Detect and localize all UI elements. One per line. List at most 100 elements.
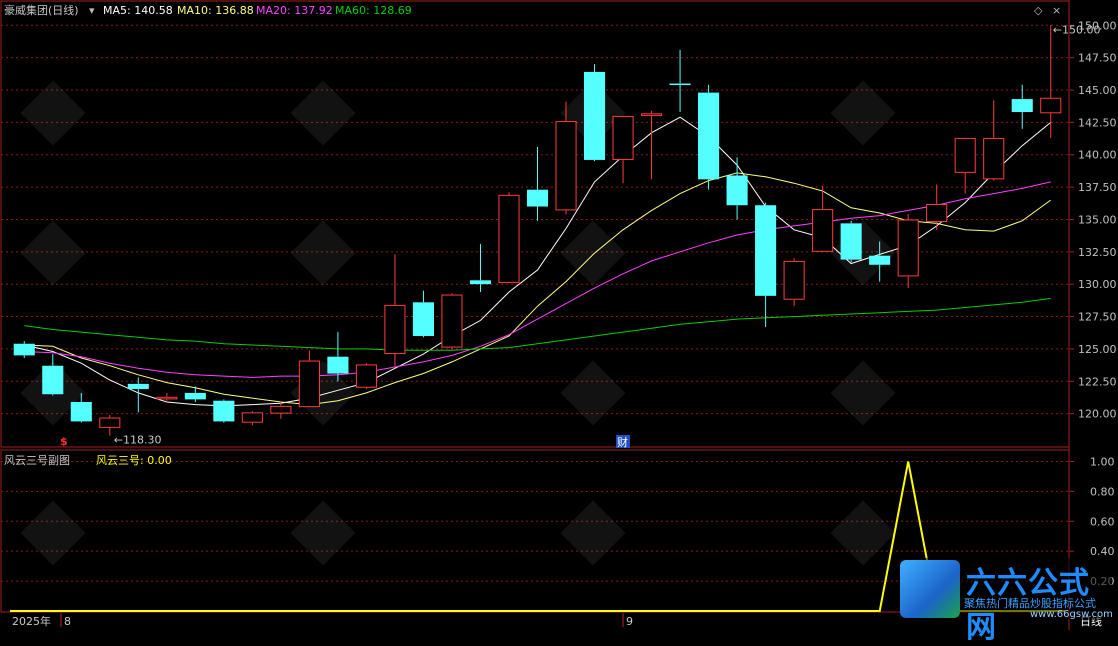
candle xyxy=(641,110,663,180)
candle xyxy=(469,244,492,292)
candle-body xyxy=(698,92,720,180)
candle xyxy=(213,399,235,423)
candle-body xyxy=(726,175,748,206)
candle xyxy=(184,386,206,402)
settings-triangle-icon[interactable]: ▾ xyxy=(89,4,95,17)
candle-body xyxy=(897,219,919,277)
watermark-mark xyxy=(20,80,86,146)
candle-body xyxy=(812,209,834,252)
candle xyxy=(1011,84,1033,129)
candle xyxy=(270,401,292,419)
candle xyxy=(498,192,520,283)
stock-chart[interactable]: 120.00 122.50 125.00 127.50 130.00 132.50 135.… xyxy=(0,0,1118,630)
candle-body xyxy=(926,203,948,223)
candle-body xyxy=(156,396,178,400)
event-marker-s[interactable]: $ xyxy=(60,435,68,448)
price-tick-label: 132.50 xyxy=(1078,246,1117,259)
candle-body xyxy=(555,121,577,211)
close-icon[interactable]: × xyxy=(1052,4,1061,17)
candle-body xyxy=(954,137,976,173)
price-tick-label: 125.00 xyxy=(1078,343,1117,356)
candle-body xyxy=(412,302,434,336)
watermark-mark xyxy=(290,80,356,146)
price-tick-label: 120.00 xyxy=(1078,408,1117,421)
ma20-legend: MA20: 137.92 xyxy=(256,4,333,17)
candle-body xyxy=(583,71,606,160)
candle xyxy=(755,202,777,327)
candle xyxy=(99,414,121,436)
price-tick-label: 140.00 xyxy=(1078,149,1117,162)
candle xyxy=(783,258,805,307)
candle xyxy=(298,350,320,408)
watermark-mark xyxy=(290,220,356,286)
candle-body xyxy=(869,255,891,265)
candle-body xyxy=(1040,97,1062,114)
candle-body xyxy=(298,360,320,408)
candle xyxy=(583,64,606,162)
price-tick-label: 147.50 xyxy=(1078,52,1117,65)
candle-body xyxy=(526,189,549,207)
candle-body xyxy=(669,83,691,86)
watermark-mark xyxy=(560,220,626,286)
watermark-mark xyxy=(830,80,896,146)
price-tick-label: 135.00 xyxy=(1078,213,1117,226)
candle-body xyxy=(783,260,805,300)
candle-body xyxy=(755,205,777,296)
candle xyxy=(954,137,976,194)
price-tick-label: 142.50 xyxy=(1078,116,1117,129)
candle xyxy=(241,411,263,426)
price-tick-label: 137.50 xyxy=(1078,181,1117,194)
ma5-legend: MA5: 140.58 xyxy=(103,4,173,17)
candle-body xyxy=(213,400,235,422)
candle-body xyxy=(99,417,121,428)
candle-body xyxy=(184,392,206,400)
candle-body xyxy=(127,383,149,390)
candle-body xyxy=(355,364,377,388)
candle xyxy=(412,290,434,338)
month-label-8: 8 xyxy=(64,615,71,628)
price-tick-label: 127.50 xyxy=(1078,311,1117,324)
candle-body xyxy=(612,115,634,160)
watermark-mark xyxy=(830,500,896,566)
price-tick-label: 145.00 xyxy=(1078,84,1117,97)
high-price-label: ←150.00 xyxy=(1053,23,1101,36)
candle-body xyxy=(441,294,463,348)
indicator-legend: 风云三号: 0.00 xyxy=(96,454,172,467)
candle xyxy=(698,84,720,190)
candle xyxy=(526,146,549,221)
candle xyxy=(156,392,178,402)
stock-title: 豪威集团(日线) xyxy=(4,3,79,17)
candle xyxy=(840,220,862,263)
candle-body xyxy=(498,194,520,283)
logo-url: www.66gsw.com xyxy=(1030,609,1113,620)
candle-body xyxy=(13,343,35,356)
candle-body xyxy=(241,412,263,423)
candle-body xyxy=(384,304,406,355)
candle-body xyxy=(469,280,492,285)
low-price-label: ←118.30 xyxy=(114,434,162,447)
candle xyxy=(42,354,64,396)
financial-report-marker: 财 xyxy=(617,435,628,449)
price-axis: 120.00 122.50 125.00 127.50 130.00 132.50 135.… xyxy=(1069,19,1117,421)
indicator-tick-label: 0.60 xyxy=(1090,515,1115,528)
indicator-tick-label: 1.00 xyxy=(1090,455,1115,468)
ma10-legend: MA10: 136.88 xyxy=(177,4,254,17)
watermark-mark xyxy=(290,500,356,566)
candle-body xyxy=(1011,99,1033,113)
logo-mark-icon xyxy=(900,560,960,618)
candle-body xyxy=(42,365,64,395)
candle xyxy=(1040,25,1062,138)
year-label: 2025年 xyxy=(12,614,51,628)
candlestick-series xyxy=(13,25,1062,436)
diamond-icon[interactable]: ◇ xyxy=(1034,4,1043,17)
candle xyxy=(669,49,691,113)
candle xyxy=(355,363,377,390)
candle xyxy=(13,341,35,358)
candle xyxy=(384,254,406,368)
candle-body xyxy=(983,137,1005,180)
candle-body xyxy=(70,401,92,422)
candle-body xyxy=(327,356,349,374)
site-logo: 六六公式网 聚焦热门精品炒股指标公式 www.66gsw.com xyxy=(900,558,1113,645)
watermark-mark xyxy=(20,220,86,286)
month-label-9: 9 xyxy=(626,615,633,628)
